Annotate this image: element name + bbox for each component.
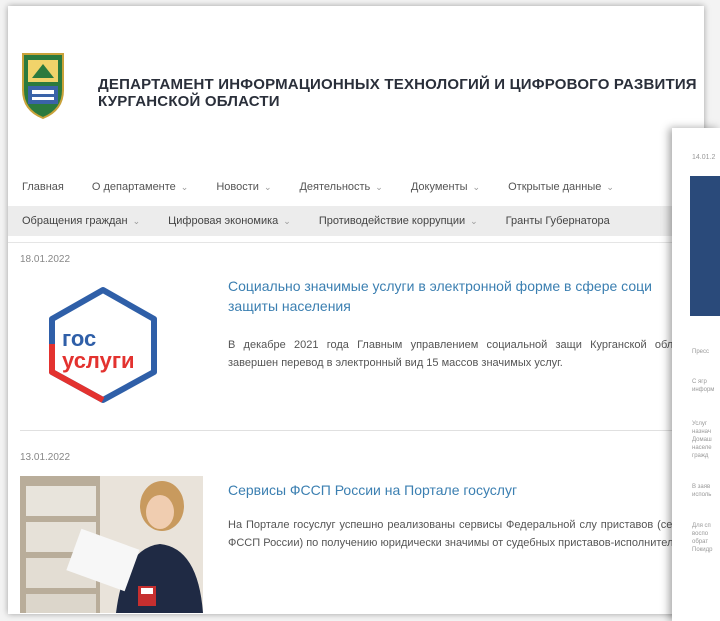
overlay-date: 14.01.2 bbox=[692, 154, 716, 161]
overlay-text-line: Покидр bbox=[692, 547, 713, 553]
nav-secondary-item[interactable]: Противодействие коррупции ⌄ bbox=[305, 215, 492, 227]
gosuslugi-logo[interactable]: гос услуги bbox=[38, 284, 168, 404]
site-title-line1: ДЕПАРТАМЕНТ ИНФОРМАЦИОННЫХ ТЕХНОЛОГИЙ И … bbox=[98, 76, 697, 93]
nav-primary-item[interactable]: Деятельность ⌄ bbox=[285, 181, 396, 193]
nav-primary-item[interactable]: О департаменте ⌄ bbox=[78, 181, 202, 193]
news-summary: В декабре 2021 года Главным управлением … bbox=[228, 339, 696, 369]
nav-secondary-item[interactable]: Цифровая экономика ⌄ bbox=[154, 215, 305, 227]
secondary-nav: Обращения граждан ⌄ Цифровая экономика ⌄ Про… bbox=[8, 206, 704, 236]
nav-secondary-item-label: Цифровая экономика bbox=[168, 215, 279, 227]
chevron-down-icon[interactable]: ⌄ bbox=[133, 216, 141, 227]
chevron-down-icon[interactable]: ⌄ bbox=[473, 182, 481, 193]
nav-primary-item[interactable]: Документы ⌄ bbox=[397, 181, 494, 193]
overlay-text-line: информ bbox=[692, 387, 715, 393]
nav-primary-item-label: Новости bbox=[216, 181, 259, 193]
news-photo[interactable] bbox=[20, 476, 203, 613]
nav-primary-item-label: Открытые данные bbox=[508, 181, 602, 193]
overlay-panel: 14.01.2 Пресс С ягр информ Услуг назнач Домаш… bbox=[672, 128, 720, 621]
nav-secondary-item-label: Обращения граждан bbox=[22, 215, 128, 227]
overlay-image bbox=[690, 176, 720, 316]
nav-primary-item-label: О департаменте bbox=[91, 181, 176, 193]
browser-page: ДЕПАРТАМЕНТ ИНФОРМАЦИОННЫХ ТЕХНОЛОГИЙ И … bbox=[8, 6, 704, 614]
nav-separator bbox=[8, 242, 704, 243]
primary-nav: Главная О департаменте ⌄ Новости ⌄ Деятельнос… bbox=[8, 172, 704, 202]
site-title[interactable]: ДЕПАРТАМЕНТ ИНФОРМАЦИОННЫХ ТЕХНОЛОГИЙ И … bbox=[98, 76, 697, 110]
chevron-down-icon[interactable]: ⌄ bbox=[606, 182, 614, 193]
chevron-down-icon[interactable]: ⌄ bbox=[283, 216, 291, 227]
news-divider bbox=[20, 430, 680, 431]
news-summary: На Портале госуслуг успешно реализованы … bbox=[228, 519, 696, 549]
news-title-link[interactable]: Социально значимые услуги в электронной … bbox=[228, 276, 696, 316]
gos-logo-text-line2: услуги bbox=[62, 348, 135, 373]
nav-primary-item[interactable]: Новости ⌄ bbox=[202, 181, 285, 193]
nav-secondary-item-label: Противодействие коррупции bbox=[318, 215, 466, 227]
nav-primary-item[interactable]: Главная bbox=[8, 181, 78, 193]
news-date: 13.01.2022 bbox=[20, 452, 71, 463]
news-title-link[interactable]: Сервисы ФССП России на Портале госуслуг bbox=[228, 480, 696, 500]
nav-primary-item-label: Деятельность bbox=[299, 181, 371, 193]
overlay-text-line: исполь bbox=[692, 492, 712, 498]
news-date: 18.01.2022 bbox=[20, 254, 71, 265]
chevron-down-icon[interactable]: ⌄ bbox=[375, 182, 383, 193]
nav-primary-item-label: Документы bbox=[410, 181, 468, 193]
nav-primary-item-label: Главная bbox=[22, 181, 64, 193]
overlay-text-line: гражд bbox=[692, 453, 709, 459]
chevron-down-icon[interactable]: ⌄ bbox=[470, 216, 478, 227]
chevron-down-icon[interactable]: ⌄ bbox=[264, 182, 272, 193]
chevron-down-icon[interactable]: ⌄ bbox=[181, 182, 189, 193]
site-header: ДЕПАРТАМЕНТ ИНФОРМАЦИОННЫХ ТЕХНОЛОГИЙ И … bbox=[8, 6, 704, 156]
site-title-line2: КУРГАНСКОЙ ОБЛАСТИ bbox=[98, 93, 280, 110]
coat-of-arms-icon[interactable] bbox=[18, 50, 68, 120]
nav-secondary-item-label: Гранты Губернатора bbox=[505, 215, 610, 227]
nav-primary-item[interactable]: Открытые данные ⌄ bbox=[494, 181, 628, 193]
nav-secondary-item[interactable]: Обращения граждан ⌄ bbox=[8, 215, 154, 227]
nav-secondary-item[interactable]: Гранты Губернатора bbox=[492, 215, 624, 227]
overlay-text-line: Пресс bbox=[692, 349, 709, 355]
